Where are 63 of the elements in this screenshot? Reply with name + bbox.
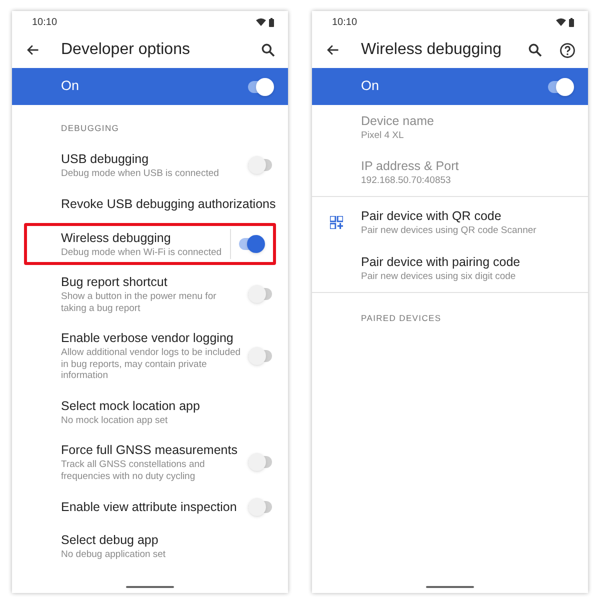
section-header: PAIRED DEVICES [361,312,442,325]
toggle-switch[interactable] [248,498,274,516]
qr-code-icon [330,216,343,229]
toggle-switch[interactable] [548,78,574,96]
battery-icon [569,18,574,26]
setting-title: Select debug app [61,532,158,550]
settings-row[interactable]: Pair device with QR code Pair new devices using QR code Scanner [312,199,588,246]
setting-title: Device name [361,113,434,130]
setting-title: Revoke USB debugging authorizations [61,196,276,214]
toggle-switch[interactable] [248,347,274,365]
toggle-switch[interactable] [248,453,274,472]
screen-title: Wireless debugging [361,40,503,60]
back-arrow-icon[interactable] [26,43,40,57]
setting-title: USB debugging [61,150,149,168]
setting-summary: Show a button in the power menu for taking a bug report [61,291,218,314]
settings-row[interactable]: Force full GNSS measurements Track all GNSS constellations and frequencies with no duty cycling [12,434,288,490]
setting-summary: Allow additional vendor logs to be included in bug reports, may contain private information [61,347,242,382]
toggle-switch[interactable] [248,156,274,174]
setting-summary: No debug application set [61,549,167,561]
master-switch-bar[interactable]: On [12,68,288,105]
setting-title: Enable verbose vendor logging [61,330,234,348]
setting-title: Force full GNSS measurements [61,442,238,460]
wifi-icon [556,18,566,26]
settings-row[interactable]: Bug report shortcut Show a button in the power menu for taking a bug report [12,266,288,322]
settings-row[interactable]: Enable view attribute inspection [12,490,288,524]
status-time: 10:10 [332,16,358,30]
battery-icon [269,18,274,26]
settings-row[interactable]: Revoke USB debugging authorizations [12,187,288,222]
master-switch-bar[interactable]: On [312,68,588,105]
master-switch-label: On [61,77,80,96]
setting-summary: 192.168.50.70:40853 [361,174,452,186]
settings-row[interactable]: Select debug app No debug application set [12,524,288,569]
settings-row[interactable]: Wireless debugging Debug mode when Wi-Fi is connected [24,223,276,266]
setting-summary: No mock location app set [61,414,169,426]
search-icon[interactable] [527,42,543,58]
toggle-switch[interactable] [248,285,274,304]
toggle-switch[interactable] [239,235,265,254]
screen-title: Developer options [61,40,191,60]
setting-summary: Pair new devices using QR code Scanner [361,225,536,236]
settings-row[interactable]: Select mock location app No mock location app set [12,390,288,434]
setting-summary: Track all GNSS constellations and frequencies with no duty cycling [61,459,206,482]
setting-summary: Pair new devices using six digit code [361,270,517,282]
settings-row[interactable]: Enable verbose vendor logging Allow additional vendor logs to be included in bug reports, may contain private information [12,322,288,390]
setting-summary: Pixel 4 XL [361,130,405,142]
setting-title: Wireless debugging [61,230,171,247]
setting-summary: Debug mode when USB is connected [61,168,220,180]
setting-title: Bug report shortcut [61,274,168,292]
section-header: DEBUGGING [61,122,120,135]
settings-row[interactable]: Pair device with pairing code Pair new devices using six digit code [312,246,588,290]
search-icon[interactable] [260,42,276,58]
help-icon[interactable] [559,42,576,58]
setting-title: Pair device with pairing code [361,254,520,270]
back-arrow-icon[interactable] [326,43,340,57]
master-switch-label: On [361,77,380,96]
setting-title: Select mock location app [61,398,200,415]
settings-row[interactable]: USB debugging Debug mode when USB is connected [12,142,288,188]
wifi-icon [256,18,266,26]
toggle-switch[interactable] [248,78,274,96]
status-time: 10:10 [32,16,58,30]
setting-title: IP address & Port [361,158,459,174]
setting-summary: Debug mode when Wi-Fi is connected [61,247,223,258]
setting-title: Enable view attribute inspection [61,498,237,516]
setting-title: Pair device with QR code [361,208,502,225]
